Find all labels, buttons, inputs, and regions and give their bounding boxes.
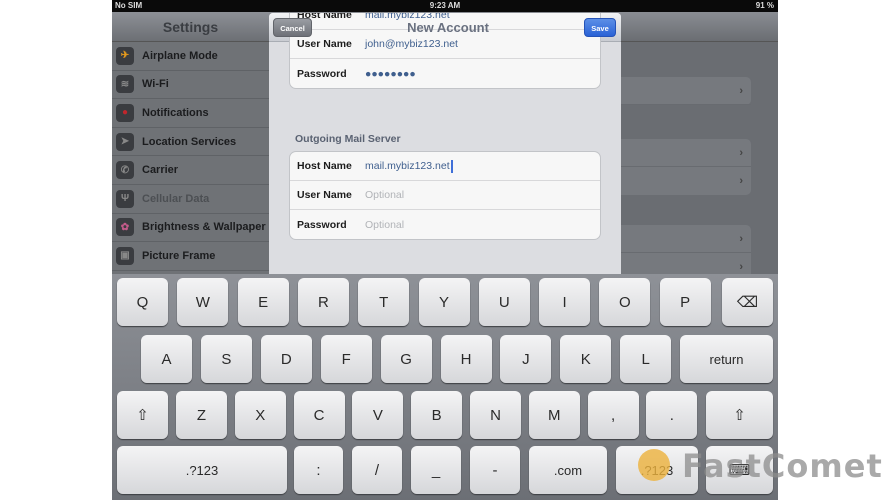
picture-frame-icon: ▣: [116, 246, 134, 265]
key-y[interactable]: Y: [418, 278, 470, 326]
sidebar-item-notifications[interactable]: ● Notifications: [112, 99, 269, 128]
logo-icon: [638, 449, 670, 481]
field-placeholder[interactable]: Optional: [365, 219, 404, 231]
sidebar-item-label: Location Services: [142, 135, 237, 148]
sidebar-item-label: Notifications: [142, 106, 209, 119]
dotcom-key[interactable]: .com: [529, 446, 607, 494]
phone-icon: ✆: [116, 161, 134, 180]
key-l[interactable]: L: [620, 335, 672, 383]
key-u[interactable]: U: [478, 278, 530, 326]
sidebar-item-label: Brightness & Wallpaper: [142, 221, 266, 234]
text-cursor: [450, 159, 453, 173]
battery-label: 91 %: [755, 1, 774, 10]
outgoing-password-field[interactable]: Password Optional: [290, 210, 600, 239]
sidebar-item-brightness-wallpaper[interactable]: ✿ Brightness & Wallpaper: [112, 214, 269, 243]
period-key[interactable]: .: [646, 391, 698, 439]
location-icon: ➤: [116, 132, 134, 151]
cancel-button[interactable]: Cancel: [273, 18, 312, 37]
field-value[interactable]: ●●●●●●●●: [365, 68, 416, 80]
key-q[interactable]: Q: [117, 278, 168, 326]
outgoing-section-label: Outgoing Mail Server: [295, 133, 401, 145]
sidebar-item-label: Wi-Fi: [142, 78, 169, 91]
key-g[interactable]: G: [380, 335, 432, 383]
clock: 9:23 AM: [429, 1, 461, 10]
key-o[interactable]: O: [599, 278, 651, 326]
field-label: Password: [297, 218, 347, 231]
notifications-icon: ●: [116, 103, 134, 122]
shift-key[interactable]: ⇧: [706, 391, 773, 439]
antenna-icon: Ψ: [116, 189, 134, 208]
return-key[interactable]: return: [680, 335, 773, 383]
airplane-icon: ✈: [116, 46, 134, 65]
sidebar-item-wi-fi[interactable]: ≋ Wi-Fi: [112, 71, 269, 100]
key-f[interactable]: F: [320, 335, 372, 383]
wifi-icon: ≋: [116, 75, 134, 94]
key-h[interactable]: H: [440, 335, 492, 383]
sidebar-item-carrier[interactable]: ✆ Carrier: [112, 156, 269, 185]
flower-icon: ✿: [116, 218, 134, 237]
comma-key[interactable]: ,: [587, 391, 639, 439]
ipad-screen: No SIM 9:23 AM 91 % Settings ✈ Airplane M…: [112, 0, 778, 500]
sidebar-item-label: Cellular Data: [142, 192, 210, 205]
key-e[interactable]: E: [237, 278, 289, 326]
sidebar-item-cellular-data[interactable]: Ψ Cellular Data: [112, 185, 269, 214]
sidebar-item-location-services[interactable]: ➤ Location Services: [112, 128, 269, 157]
underscore-key[interactable]: _: [411, 446, 461, 494]
key-x[interactable]: X: [234, 391, 286, 439]
key-z[interactable]: Z: [176, 391, 227, 439]
sidebar-item-picture-frame[interactable]: ▣ Picture Frame: [112, 242, 269, 271]
key-c[interactable]: C: [293, 391, 345, 439]
outgoing-user-name-field[interactable]: User Name Optional: [290, 181, 600, 210]
sidebar-item-airplane-mode[interactable]: ✈ Airplane Mode: [112, 42, 269, 71]
shift-key[interactable]: ⇧: [117, 391, 168, 439]
field-placeholder[interactable]: Optional: [365, 189, 404, 201]
hyphen-key[interactable]: -: [470, 446, 520, 494]
settings-title: Settings: [112, 12, 269, 42]
key-b[interactable]: B: [411, 391, 463, 439]
key-t[interactable]: T: [358, 278, 410, 326]
backspace-key[interactable]: ⌫: [722, 278, 773, 326]
sidebar-item-label: Picture Frame: [142, 249, 216, 262]
field-label: Password: [297, 67, 347, 80]
sidebar-item-label: Carrier: [142, 164, 179, 177]
key-w[interactable]: W: [177, 278, 229, 326]
key-a[interactable]: A: [141, 335, 192, 383]
key-v[interactable]: V: [352, 391, 404, 439]
modal-header: Cancel Save New Account: [269, 13, 621, 42]
settings-sidebar: Settings ✈ Airplane Mode ≋ Wi-Fi ● Notificati…: [112, 12, 269, 274]
incoming-password-field[interactable]: Password ●●●●●●●●: [290, 59, 600, 88]
new-account-modal: Cancel Save New Account Host Name mail.my…: [269, 13, 621, 275]
sidebar-item-label: Airplane Mode: [142, 49, 218, 62]
status-bar: No SIM 9:23 AM 91 %: [112, 0, 778, 12]
colon-key[interactable]: :: [294, 446, 343, 494]
save-button[interactable]: Save: [584, 18, 616, 37]
field-label: Host Name: [297, 160, 352, 172]
modal-title: New Account: [407, 20, 489, 35]
key-d[interactable]: D: [260, 335, 312, 383]
key-k[interactable]: K: [560, 335, 612, 383]
outgoing-host-name-field[interactable]: Host Name mail.mybiz123.net: [290, 152, 600, 181]
key-s[interactable]: S: [200, 335, 252, 383]
fastcomet-watermark: FastComet: [638, 447, 883, 485]
numbers-key[interactable]: .?123: [117, 446, 287, 494]
key-r[interactable]: R: [297, 278, 349, 326]
key-n[interactable]: N: [470, 391, 521, 439]
outgoing-server-group: Host Name mail.mybiz123.net User Name Optio…: [289, 151, 601, 240]
field-label: User Name: [297, 189, 352, 201]
key-p[interactable]: P: [659, 278, 711, 326]
field-value[interactable]: mail.mybiz123.net: [365, 160, 450, 172]
key-m[interactable]: M: [528, 391, 580, 439]
key-i[interactable]: I: [539, 278, 591, 326]
key-j[interactable]: J: [500, 335, 552, 383]
slash-key[interactable]: /: [352, 446, 402, 494]
